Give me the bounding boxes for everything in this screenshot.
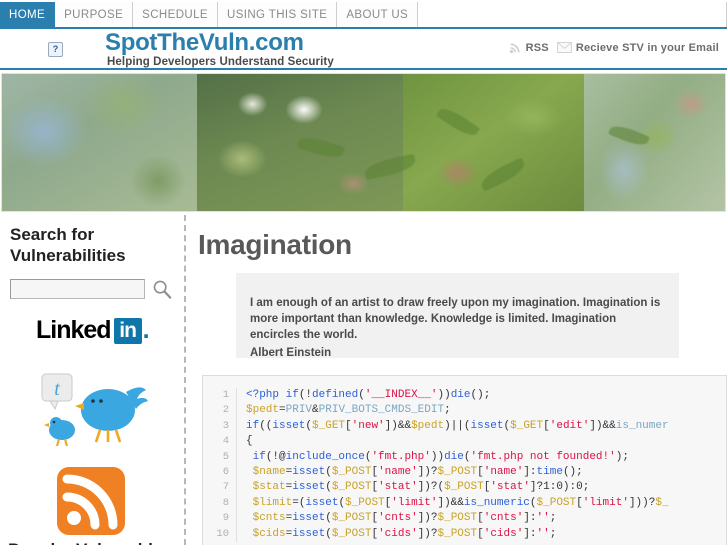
- linkedin-logo[interactable]: Linked in .: [36, 316, 150, 345]
- code-line: 6 $name=isset($_POST['name'])?$_POST['na…: [203, 464, 726, 481]
- code-line-number: 8: [203, 495, 237, 512]
- code-line-number: 6: [203, 464, 237, 481]
- site-tagline: Helping Developers Understand Security: [107, 56, 334, 68]
- svg-text:t: t: [54, 378, 60, 400]
- brand-header: ? SpotTheVuln.com Helping Developers Und…: [0, 29, 727, 70]
- quote-author: Albert Einstein: [250, 347, 332, 359]
- code-line-number: 9: [203, 511, 237, 527]
- code-line-text: $name=isset($_POST['name'])?$_POST['name…: [252, 465, 583, 478]
- code-line-number: 10: [203, 526, 237, 542]
- code-rows: 1 <?php if(!defined('__INDEX__'))die(); 2 $…: [203, 388, 726, 542]
- quote-block: I am enough of an artist to draw freely …: [236, 273, 679, 359]
- code-line-text: if(!@include_once('fmt.php'))die('fmt.ph…: [252, 450, 629, 463]
- code-line-text: $pedt=PRIV&PRIV_BOTS_CMDS_EDIT;: [246, 404, 451, 417]
- nav-tab-about-us-label: ABOUT US: [346, 8, 409, 21]
- sidebar-search-row: [10, 278, 173, 300]
- header-links: RSS Recieve STV in your Email: [509, 41, 719, 54]
- body-columns: Search for Vulnerabilities Linked in . t: [0, 215, 727, 545]
- linkedin-in-box: in: [113, 317, 142, 344]
- envelope-icon: [556, 42, 572, 53]
- page-title: Imagination: [198, 229, 352, 260]
- site-logo[interactable]: SpotTheVuln.com: [105, 29, 304, 57]
- linkedin-dot: .: [142, 316, 150, 344]
- twitter-icon[interactable]: t: [40, 370, 150, 450]
- code-line: 10 $cids=isset($_POST['cids'])?$_POST['c…: [203, 526, 726, 542]
- linkedin-word: Linked: [36, 316, 112, 344]
- code-line-number: 7: [203, 480, 237, 496]
- rss-icon: [509, 43, 520, 54]
- code-line-number: 1: [203, 388, 237, 404]
- sidebar: Search for Vulnerabilities Linked in . t: [0, 215, 184, 545]
- nav-tab-about-us[interactable]: ABOUT US: [337, 2, 419, 27]
- nav-tab-purpose-label: PURPOSE: [64, 8, 124, 21]
- code-line-text: {: [246, 435, 253, 448]
- code-line: 8 $limit=(isset($_POST['limit'])&&is_num…: [203, 495, 726, 512]
- nav-tab-using-this-site[interactable]: USING THIS SITE: [217, 2, 338, 27]
- broken-image-icon: ?: [48, 42, 63, 57]
- code-line: 2 $pedt=PRIV&PRIV_BOTS_CMDS_EDIT;: [203, 403, 726, 419]
- sidebar-popular-title: Popular Vulnerable: [8, 540, 184, 545]
- nav-tab-schedule[interactable]: SCHEDULE: [133, 2, 218, 27]
- nav-tab-strip: HOME PURPOSE SCHEDULE USING THIS SITE AB…: [0, 2, 419, 27]
- code-line-text: if((isset($_GET['new'])&&$pedt)||(isset(…: [246, 419, 669, 432]
- search-input[interactable]: [10, 279, 145, 299]
- banner-segment-3: [403, 74, 584, 211]
- search-icon[interactable]: [151, 278, 173, 300]
- code-line: 4{: [203, 434, 726, 450]
- code-line-number: 2: [203, 403, 237, 419]
- code-line: 1 <?php if(!defined('__INDEX__'))die();: [203, 388, 726, 404]
- code-line-number: 4: [203, 434, 237, 450]
- nav-tab-purpose[interactable]: PURPOSE: [55, 2, 134, 27]
- code-line-text: $stat=isset($_POST['stat'])?($_POST['sta…: [252, 481, 590, 494]
- code-line: 9 $cnts=isset($_POST['cnts'])?$_POST['cn…: [203, 511, 726, 527]
- email-subscribe-link[interactable]: Recieve STV in your Email: [556, 41, 719, 54]
- nav-tab-home[interactable]: HOME: [0, 2, 56, 27]
- rss-link[interactable]: RSS: [509, 41, 549, 54]
- column-divider: [184, 215, 186, 545]
- banner-segment-4: [584, 74, 725, 211]
- nav-tab-using-this-site-label: USING THIS SITE: [226, 8, 328, 21]
- quote-text: I am enough of an artist to draw freely …: [250, 297, 661, 341]
- email-subscribe-label: Recieve STV in your Email: [575, 41, 719, 54]
- code-line-number: 3: [203, 418, 237, 435]
- nav-tab-schedule-label: SCHEDULE: [142, 8, 208, 21]
- code-line: 5 if(!@include_once('fmt.php'))die('fmt.…: [203, 449, 726, 465]
- code-line: 7 $stat=isset($_POST['stat'])?($_POST['s…: [203, 480, 726, 496]
- banner-image: [1, 73, 726, 212]
- code-line-text: $limit=(isset($_POST['limit'])&&is_numer…: [252, 496, 669, 509]
- page-root: HOME PURPOSE SCHEDULE USING THIS SITE AB…: [0, 0, 727, 545]
- main-content: Imagination I am enough of an artist to …: [196, 215, 727, 545]
- code-line-text: <?php if(!defined('__INDEX__'))die();: [246, 389, 491, 401]
- code-line: 3 if((isset($_GET['new'])&&$pedt)||(isset…: [203, 418, 726, 435]
- rss-feed-icon[interactable]: [57, 467, 125, 535]
- sidebar-search-title: Search for Vulnerabilities: [10, 225, 126, 265]
- banner-segment-1: [2, 74, 198, 211]
- code-block[interactable]: 1 <?php if(!defined('__INDEX__'))die(); 2 $…: [202, 375, 727, 545]
- nav-tab-home-label: HOME: [9, 8, 46, 21]
- code-line-text: $cnts=isset($_POST['cnts'])?$_POST['cnts…: [252, 512, 557, 525]
- top-navigation: HOME PURPOSE SCHEDULE USING THIS SITE AB…: [0, 0, 727, 29]
- code-line-number: 5: [203, 449, 237, 465]
- code-line-text: $cids=isset($_POST['cids'])?$_POST['cids…: [252, 527, 557, 540]
- rss-link-label: RSS: [525, 41, 549, 54]
